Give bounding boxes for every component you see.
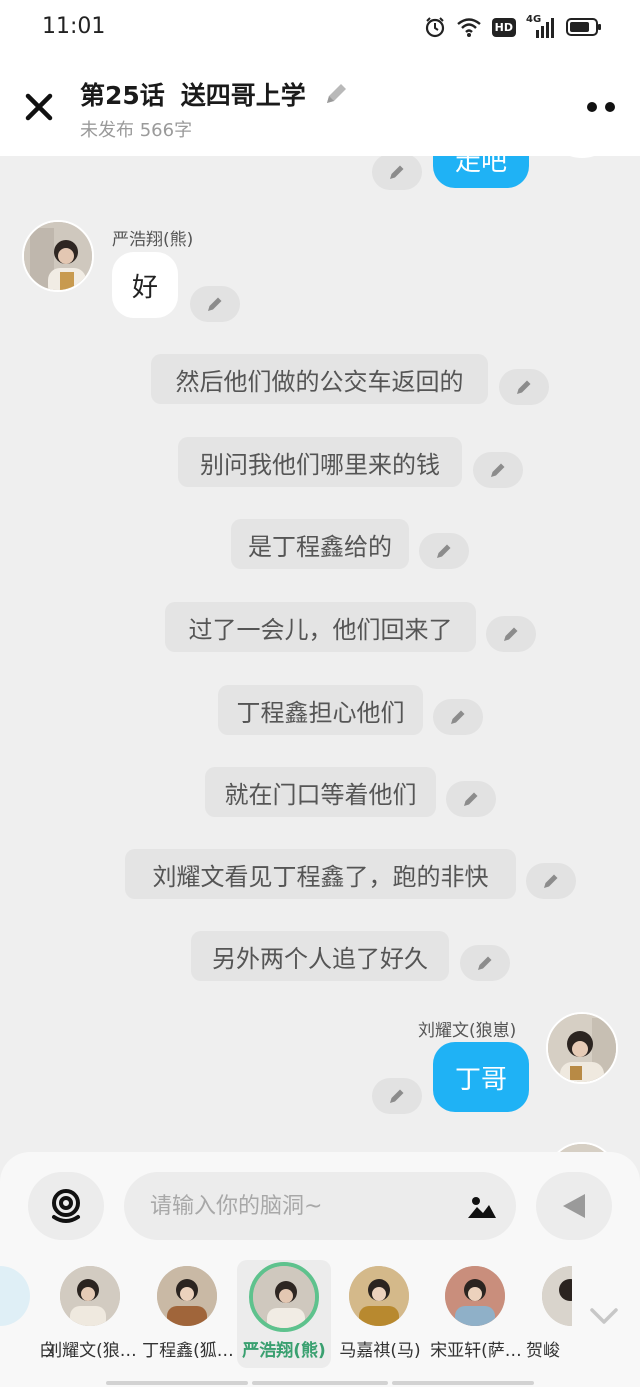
character-item[interactable]: 宋亚轩(萨… [429, 1260, 523, 1368]
story-chat-list[interactable]: 走吧 严浩翔(熊) 好 然后他们做的公交车返回的 别问我他们哪里来的钱 是丁程鑫… [0, 156, 640, 1156]
narration-bubble[interactable]: 是丁程鑫给的 [231, 519, 409, 569]
character-name: 严浩翔(熊) [242, 1341, 326, 1361]
pencil-icon [504, 627, 518, 641]
message-bubble[interactable]: 走吧 [433, 156, 529, 188]
avatar[interactable] [546, 1012, 618, 1084]
avatar[interactable] [22, 220, 94, 292]
send-icon [563, 1194, 585, 1218]
edit-message-button[interactable] [499, 369, 549, 405]
edit-message-button[interactable] [372, 156, 422, 190]
character-name: 刘耀文(狼… [45, 1341, 137, 1361]
character-avatar [445, 1266, 505, 1326]
input-container [124, 1172, 516, 1240]
character-item[interactable]: 刘耀文(狼… [44, 1260, 138, 1368]
narration-text: 别问我他们哪里来的钱 [200, 450, 440, 479]
edit-message-button[interactable] [486, 616, 536, 652]
pencil-icon [437, 544, 451, 558]
narration-bubble[interactable]: 刘耀文看见丁程鑫了，跑的非快 [125, 849, 516, 899]
narration-bubble[interactable]: 另外两个人追了好久 [191, 931, 449, 981]
pencil-icon [517, 380, 531, 394]
edit-message-button[interactable] [460, 945, 510, 981]
character-name: 宋亚轩(萨… [430, 1341, 522, 1361]
message-text: 丁哥 [454, 1064, 507, 1095]
message-text: 好 [131, 272, 158, 303]
message-text: 走吧 [454, 156, 507, 177]
pencil-icon [544, 874, 558, 888]
narration-text: 就在门口等着他们 [224, 780, 417, 809]
edit-message-button[interactable] [433, 699, 483, 735]
edit-message-button[interactable] [190, 286, 240, 322]
character-name: 马嘉祺(马) [339, 1341, 421, 1361]
narration-text: 刘耀文看见丁程鑫了，跑的非快 [152, 862, 489, 891]
chevron-down-icon[interactable] [586, 1298, 622, 1334]
episode-number: 第25话 [80, 81, 165, 110]
narration-bubble[interactable]: 过了一会儿，他们回来了 [165, 602, 476, 652]
send-button[interactable] [536, 1172, 612, 1240]
publish-status-wordcount: 未发布 566字 [80, 120, 193, 141]
character-avatar [60, 1266, 120, 1326]
pencil-icon [208, 297, 222, 311]
character-item[interactable]: 丁程鑫(狐… [141, 1260, 235, 1368]
pencil-icon [478, 956, 492, 970]
narration-text: 然后他们做的公交车返回的 [175, 367, 464, 396]
pencil-icon [464, 792, 478, 806]
message-bubble[interactable]: 丁哥 [433, 1042, 529, 1112]
character-avatar [542, 1266, 572, 1326]
edit-message-button[interactable] [473, 452, 523, 488]
edit-message-button[interactable] [526, 863, 576, 899]
speaker-name: 刘耀文(狼崽) [418, 1021, 517, 1041]
narration-text: 丁程鑫担心他们 [236, 698, 405, 727]
scroll-indicator [252, 1381, 388, 1385]
image-icon[interactable] [466, 1192, 498, 1220]
wifi-icon [456, 18, 481, 37]
edit-message-button[interactable] [446, 781, 496, 817]
story-input[interactable] [150, 1172, 450, 1240]
character-name: 贺峻 [526, 1341, 560, 1361]
narration-text: 另外两个人追了好久 [212, 944, 428, 973]
hd-badge: HD [491, 17, 516, 37]
status-bar: 11:01 HD 4G [0, 0, 640, 56]
voice-input-button[interactable] [28, 1172, 104, 1240]
scroll-indicator [392, 1381, 534, 1385]
pencil-icon [390, 1089, 404, 1103]
edit-message-button[interactable] [419, 533, 469, 569]
more-options-icon[interactable] [586, 100, 616, 114]
message-bubble[interactable]: 好 [112, 252, 178, 318]
narration-bubble[interactable]: 丁程鑫担心他们 [218, 685, 423, 735]
character-item-selected[interactable]: 严浩翔(熊) [237, 1260, 331, 1368]
character-avatar [249, 1262, 319, 1332]
alarm-icon [425, 17, 444, 38]
character-avatar [157, 1266, 217, 1326]
editor-header: 第25话 送四哥上学 未发布 566字 [0, 56, 640, 156]
narration-text: 是丁程鑫给的 [248, 532, 392, 561]
close-icon[interactable] [22, 90, 56, 124]
character-avatar [0, 1266, 30, 1326]
battery-icon [566, 18, 601, 36]
avatar [546, 156, 618, 158]
composer-panel: 白 刘耀文(狼… 丁程鑫(狐… 严浩翔(熊) 马嘉祺(马) [0, 1152, 640, 1387]
narration-bubble[interactable]: 别问我他们哪里来的钱 [178, 437, 462, 487]
status-icons: HD 4G [424, 14, 602, 38]
character-item[interactable]: 马嘉祺(马) [333, 1260, 427, 1368]
narration-text: 过了一会儿，他们回来了 [188, 615, 453, 644]
edit-title-pencil-icon[interactable] [322, 80, 350, 108]
narration-bubble[interactable]: 就在门口等着他们 [205, 767, 436, 817]
speaker-name: 严浩翔(熊) [112, 230, 194, 250]
pencil-icon [390, 165, 404, 179]
pencil-icon [451, 710, 465, 724]
character-avatar [349, 1266, 409, 1326]
narration-bubble[interactable]: 然后他们做的公交车返回的 [151, 354, 488, 404]
scroll-indicator [106, 1381, 248, 1385]
pencil-icon [491, 463, 505, 477]
status-time: 11:01 [42, 14, 106, 39]
character-selector[interactable]: 白 刘耀文(狼… 丁程鑫(狐… 严浩翔(熊) 马嘉祺(马) 宋亚轩(萨… 贺峻 [0, 1260, 640, 1368]
voice-icon [52, 1189, 80, 1223]
title-row: 第25话 送四哥上学 [80, 76, 350, 112]
cellular-signal-icon: 4G [526, 14, 556, 38]
network-type-label: 4G [526, 14, 542, 25]
character-name: 丁程鑫(狐… [142, 1341, 234, 1361]
edit-message-button[interactable] [372, 1078, 422, 1114]
episode-title[interactable]: 送四哥上学 [181, 76, 306, 112]
